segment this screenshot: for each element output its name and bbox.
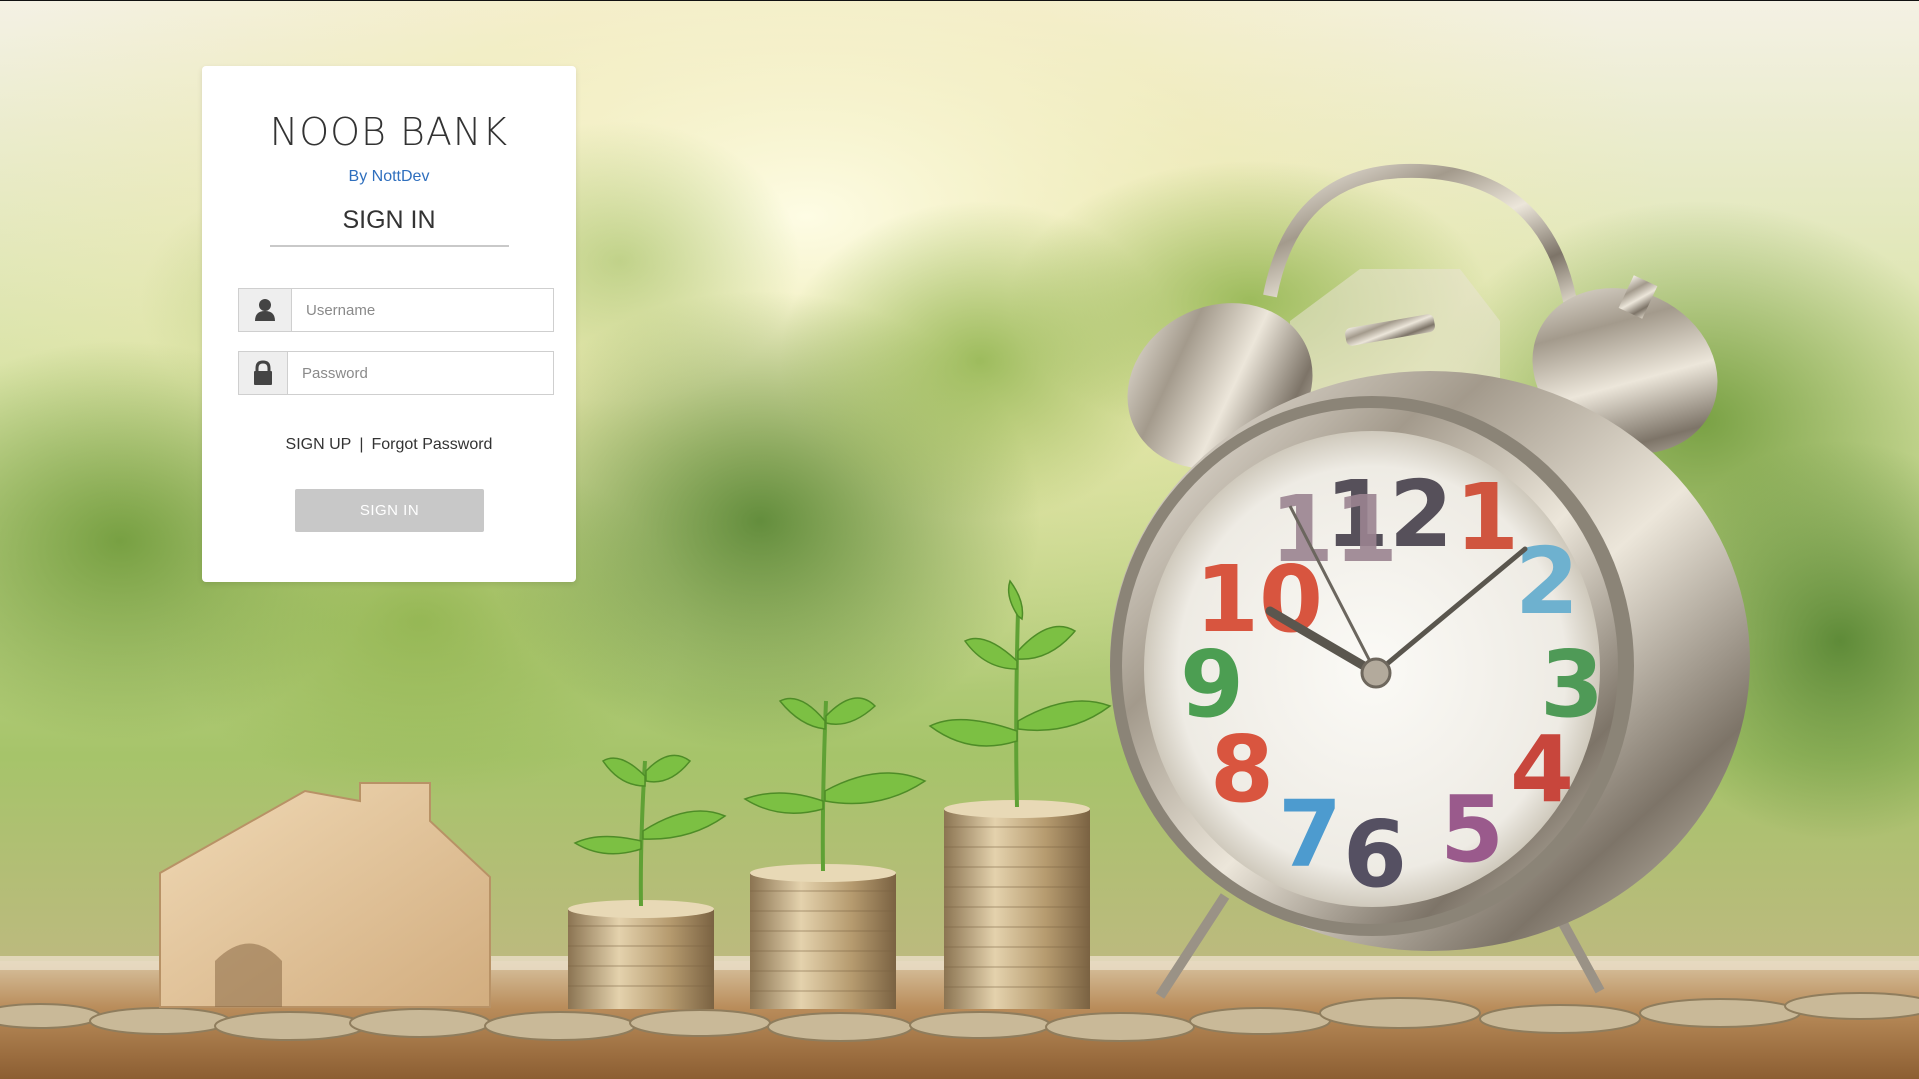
brand-title: NOOB BANK <box>269 110 509 154</box>
signin-button[interactable]: SIGN IN <box>295 489 484 532</box>
auth-links: SIGN UP | Forgot Password <box>202 436 576 454</box>
user-icon <box>238 288 292 332</box>
svg-text:6: 6 <box>1343 801 1407 908</box>
password-field-group <box>238 351 554 395</box>
link-separator: | <box>359 436 364 453</box>
brand-byline[interactable]: By NottDev <box>202 168 576 186</box>
svg-text:2: 2 <box>1515 528 1579 635</box>
lock-icon <box>238 351 288 395</box>
svg-text:5: 5 <box>1440 776 1504 883</box>
svg-text:1: 1 <box>1455 464 1519 571</box>
login-card: NOOB BANK By NottDev SIGN IN SI <box>202 66 576 582</box>
svg-text:11: 11 <box>1270 476 1398 583</box>
svg-text:4: 4 <box>1510 716 1574 823</box>
title-divider <box>270 245 509 247</box>
password-input[interactable] <box>287 351 554 395</box>
forgot-password-link[interactable]: Forgot Password <box>372 436 493 453</box>
svg-text:7: 7 <box>1278 781 1342 888</box>
username-field-group <box>238 288 554 332</box>
signup-link[interactable]: SIGN UP <box>286 436 352 453</box>
form-title: SIGN IN <box>342 206 436 234</box>
username-input[interactable] <box>291 288 554 332</box>
page: 12 1 2 3 4 5 6 7 8 9 10 11 NOOB BANK By … <box>0 0 1919 1079</box>
